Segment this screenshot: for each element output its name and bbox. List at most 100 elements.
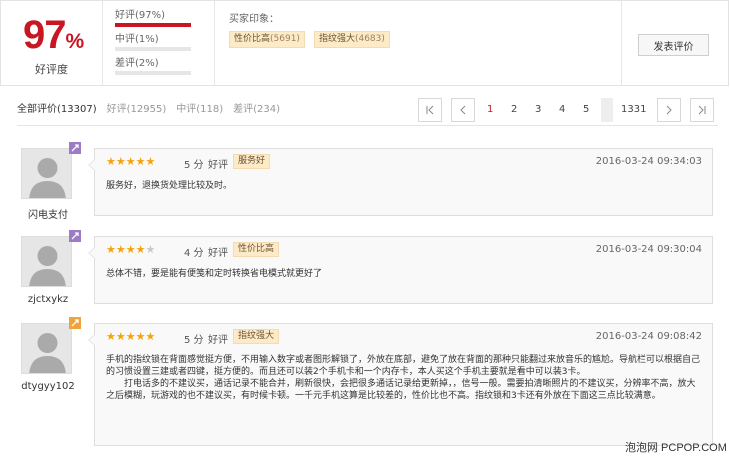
page-2[interactable]: 2: [511, 104, 517, 115]
rating-summary: 97% 好评度 好评(97%) 中评(1%) 差评(2%) 买家印象： 性价比高…: [0, 0, 729, 86]
last-page-icon: [698, 105, 706, 115]
bubble-arrow: [88, 159, 95, 171]
bar-good: 好评(97%): [115, 9, 195, 33]
stars-filled: ★★★★: [106, 243, 146, 256]
post-review-button[interactable]: 发表评价: [638, 34, 709, 56]
score: 5 分: [184, 160, 204, 171]
review-item: dtygyy102 ★★★★★ 5 分 好评 指纹强大 2016-03-24 0…: [17, 317, 717, 448]
review-paragraph: 服务好，退换货处理比较及时。: [106, 181, 233, 191]
tab-bad[interactable]: 差评(234): [233, 100, 280, 115]
review-header: ★★★★★ 4 分 好评 性价比高 2016-03-24 09:30:04: [105, 242, 702, 259]
review-filter-tabs: 全部评价(13307) 好评(12955) 中评(118) 差评(234): [17, 100, 280, 115]
stars-filled: ★★★★★: [106, 330, 156, 343]
member-level-icon: [69, 317, 81, 329]
member-level-icon: [69, 230, 81, 242]
impressions-title: 买家印象：: [229, 14, 279, 25]
score: 5 分: [184, 335, 204, 346]
review-item: 闪电支付 ★★★★★ 5 分 好评 服务好 2016-03-24 09:34:0…: [17, 142, 717, 228]
positive-rate: 97%: [23, 13, 85, 64]
impression-tag[interactable]: 指纹强大(4683): [313, 31, 390, 48]
bar-medium: 中评(1%): [115, 33, 195, 57]
star-rating: ★★★★★: [106, 155, 155, 168]
review-tag: 性价比高: [233, 242, 280, 257]
impression-tag[interactable]: 性价比高(5691): [229, 31, 305, 48]
tag-count: (5691): [270, 34, 300, 44]
star-rating: ★★★★★: [106, 243, 155, 256]
tag-name: 指纹强大: [318, 34, 355, 44]
tab-all[interactable]: 全部评价(13307): [17, 100, 97, 115]
review-content: 服务好，退换货处理比较及时。: [106, 180, 702, 192]
star-rating: ★★★★★: [106, 330, 155, 343]
tab-good[interactable]: 好评(12955): [107, 100, 167, 115]
impression-tags: 性价比高(5691) 指纹强大(4683): [229, 31, 390, 48]
page-1[interactable]: 1: [487, 104, 493, 115]
user-silhouette-icon: [29, 333, 66, 373]
page-5[interactable]: 5: [583, 104, 589, 115]
positive-rate-label: 好评度: [35, 63, 68, 76]
bar-label-good: 好评(97%): [115, 10, 166, 21]
chevron-left-icon: [460, 105, 466, 115]
bar-bad: 差评(2%): [115, 57, 195, 81]
divider: [102, 1, 103, 85]
next-page-button[interactable]: [657, 98, 681, 122]
user-silhouette-icon: [29, 246, 66, 286]
review-tag: 指纹强大: [233, 329, 280, 344]
review-time: 2016-03-24 09:30:04: [595, 244, 702, 255]
review-bubble: ★★★★★ 5 分 好评 服务好 2016-03-24 09:34:03 服务好…: [88, 148, 713, 216]
avatar: [21, 148, 72, 199]
username[interactable]: 闪电支付: [19, 206, 77, 221]
prev-page-button[interactable]: [451, 98, 475, 122]
pagination: 1 2 3 4 5 1331: [418, 98, 714, 122]
bar-track: [115, 47, 191, 51]
verdict: 好评: [208, 248, 228, 259]
first-page-button[interactable]: [418, 98, 442, 122]
page-3[interactable]: 3: [535, 104, 541, 115]
score: 4 分: [184, 248, 204, 259]
first-page-icon: [426, 105, 434, 115]
verdict: 好评: [208, 335, 228, 346]
review-tag: 服务好: [233, 154, 271, 169]
bar-label-medium: 中评(1%): [115, 34, 159, 45]
last-page-button[interactable]: [690, 98, 714, 122]
username[interactable]: zjctxykz: [19, 294, 77, 305]
tag-name: 性价比高: [234, 34, 271, 44]
page-4[interactable]: 4: [559, 104, 565, 115]
review-time: 2016-03-24 09:08:42: [595, 331, 702, 342]
verdict: 好评: [208, 160, 228, 171]
review-paragraph: 手机的指纹锁在背面感觉挺方便，不用输入数字或者图形解锁了，外放在底部，避免了放在…: [106, 355, 701, 377]
avatar: [21, 323, 72, 374]
rating-breakdown: 好评(97%) 中评(1%) 差评(2%): [115, 9, 195, 81]
divider: [621, 1, 622, 85]
rate-number: 97: [23, 13, 66, 57]
bubble-arrow: [88, 247, 95, 259]
bubble-arrow: [88, 334, 95, 346]
review-time: 2016-03-24 09:34:03: [595, 156, 702, 167]
bar-track: [115, 71, 191, 75]
review-item: zjctxykz ★★★★★ 4 分 好评 性价比高 2016-03-24 09…: [17, 230, 717, 316]
avatar: [21, 236, 72, 287]
buyer-impressions: 买家印象： 性价比高(5691) 指纹强大(4683): [229, 10, 390, 48]
bar-label-bad: 差评(2%): [115, 58, 159, 69]
review-paragraph: 打电话多的不建议买，通话记录不能合并，刷新很快，会把很多通话记录给更新掉，，信号…: [106, 379, 696, 401]
watermark: 泡泡网 PCPOP.COM: [625, 442, 727, 454]
page-gap: [601, 98, 613, 122]
review-bubble: ★★★★★ 5 分 好评 指纹强大 2016-03-24 09:08:42 手机…: [88, 323, 713, 446]
username[interactable]: dtygyy102: [19, 381, 77, 392]
tag-count: (4683): [354, 34, 385, 44]
review-header: ★★★★★ 5 分 好评 服务好 2016-03-24 09:34:03: [105, 154, 702, 171]
review-content: 总体不错，要是能有便笺和定时转换省电模式就更好了: [106, 268, 702, 280]
user-silhouette-icon: [29, 158, 66, 198]
tab-medium[interactable]: 中评(118): [176, 100, 223, 115]
review-header: ★★★★★ 5 分 好评 指纹强大 2016-03-24 09:08:42: [105, 329, 702, 346]
page-last-number[interactable]: 1331: [621, 104, 646, 115]
member-level-icon: [69, 142, 81, 154]
divider: [214, 1, 215, 85]
bar-fill-good: [115, 23, 191, 27]
stars-empty: ★: [145, 243, 156, 256]
stars-filled: ★★★★★: [106, 155, 156, 168]
rate-percent: %: [65, 30, 85, 53]
bar-track: [115, 23, 191, 27]
divider: [17, 125, 718, 126]
positive-rate-box: 97% 好评度: [1, 1, 102, 85]
chevron-right-icon: [666, 105, 672, 115]
